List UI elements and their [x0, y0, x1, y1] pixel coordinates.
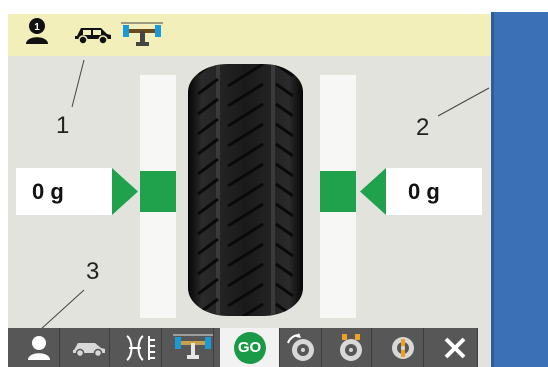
go-label: GO: [237, 339, 262, 356]
right-weight-value: 0 g: [408, 178, 440, 204]
user-icon: [27, 335, 50, 360]
right-weight-display: 0 g: [386, 168, 482, 215]
callout-1: 1: [56, 112, 70, 139]
left-weight-display: 0 g: [16, 168, 112, 215]
car-icon: [72, 342, 105, 357]
rim-dimensions-icon: [125, 334, 155, 361]
go-icon: GO: [233, 331, 266, 364]
wheel-weights-button[interactable]: [330, 328, 372, 367]
axle-button[interactable]: [172, 328, 214, 367]
tire-image: [188, 64, 303, 316]
vehicle-button[interactable]: [68, 328, 110, 367]
balancer-screen: 1 0 g 0 g 1 2 3 GO: [0, 0, 548, 367]
right-arrow-icon: [360, 168, 386, 220]
wheel-spin-icon: [286, 332, 314, 361]
wheel-spin-button[interactable]: [280, 328, 322, 367]
side-panel: [491, 12, 548, 367]
wheel-center-button[interactable]: [382, 328, 424, 367]
user-number: 1: [34, 22, 40, 33]
close-button[interactable]: [432, 328, 478, 367]
car-icon[interactable]: [73, 24, 113, 49]
rim-dimensions-button[interactable]: [120, 328, 162, 367]
axle-icon: [172, 334, 213, 359]
go-button[interactable]: GO: [220, 328, 280, 367]
callout-3: 3: [86, 258, 100, 285]
left-weight-value: 0 g: [32, 178, 64, 204]
user-number-icon[interactable]: 1: [24, 18, 50, 49]
axle-icon[interactable]: [121, 22, 163, 53]
right-balance-marker: [320, 171, 356, 212]
wheel-weights-icon: [339, 333, 362, 361]
left-balance-marker: [140, 171, 176, 212]
left-arrow-icon: [112, 168, 138, 220]
user-button[interactable]: [18, 328, 60, 367]
wheel-center-icon: [391, 336, 414, 359]
callout-2: 2: [416, 114, 430, 141]
close-icon: [444, 337, 465, 358]
